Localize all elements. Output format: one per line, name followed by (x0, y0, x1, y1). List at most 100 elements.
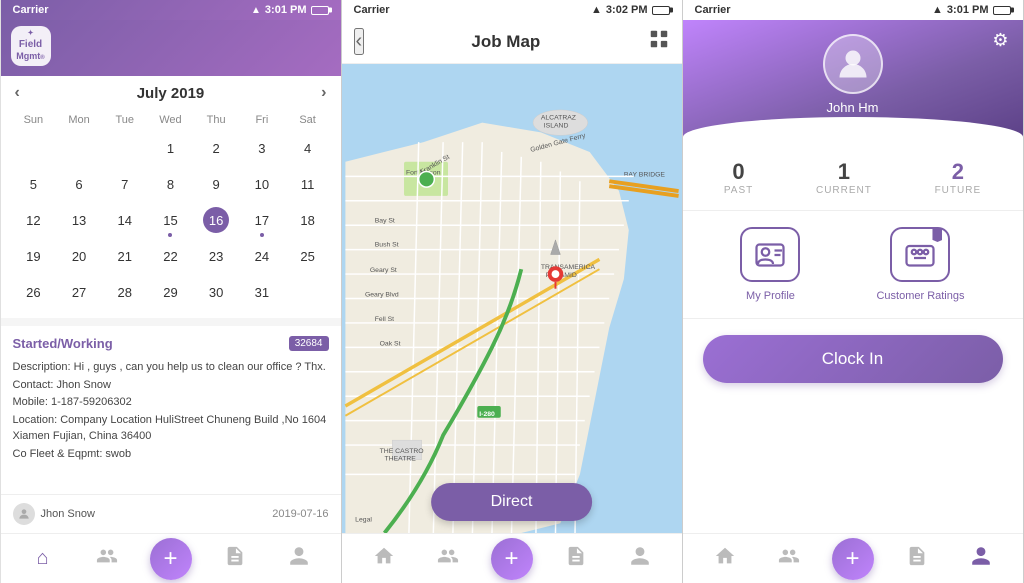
docs-icon-2 (565, 545, 587, 573)
nav-person-2[interactable] (608, 545, 672, 573)
cal-day[interactable]: 8 (148, 166, 194, 202)
nav-people-2[interactable] (416, 545, 480, 573)
cal-day-header: Sun (11, 110, 57, 130)
nav-home-3[interactable] (693, 545, 757, 573)
stats-row: 0 PAST 1 CURRENT 2 FUTURE (683, 145, 1023, 211)
bottom-nav-3: + (683, 533, 1023, 583)
cal-day[interactable]: 9 (193, 166, 239, 202)
nav-person-1[interactable] (267, 545, 331, 573)
time-label-3: 3:01 PM (947, 4, 989, 16)
cal-day[interactable]: 4 (285, 130, 331, 166)
nav-home-2[interactable] (352, 545, 416, 573)
nav-docs-1[interactable] (203, 545, 267, 573)
stat-past: 0 PAST (724, 159, 753, 196)
cal-day[interactable]: 2 (193, 130, 239, 166)
calendar-title: July 2019 (137, 85, 205, 102)
cal-day[interactable]: 10 (239, 166, 285, 202)
map-area: ALCATRAZ ISLAND BAY BRIDGE Fort Mason (342, 64, 682, 533)
cal-day (11, 130, 57, 166)
people-icon-2 (437, 545, 459, 573)
add-button-1[interactable]: + (150, 538, 192, 580)
my-profile-card[interactable]: My Profile (740, 227, 800, 302)
person-icon-1 (288, 545, 310, 573)
nav-docs-2[interactable] (544, 545, 608, 573)
cal-day[interactable]: 13 (56, 202, 102, 238)
map-header: ‹ Job Map (342, 20, 682, 64)
wifi-icon-3: ▲ (932, 4, 943, 16)
cal-day[interactable]: 16 (193, 202, 239, 238)
grid-icon[interactable] (648, 28, 670, 55)
add-button-3[interactable]: + (832, 538, 874, 580)
cal-day[interactable]: 26 (11, 274, 57, 310)
nav-add-1[interactable]: + (139, 538, 203, 580)
nav-people-1[interactable] (75, 545, 139, 573)
cal-day[interactable]: 27 (56, 274, 102, 310)
cal-day[interactable]: 30 (193, 274, 239, 310)
cal-day[interactable]: 31 (239, 274, 285, 310)
cal-day[interactable]: 22 (148, 238, 194, 274)
battery-icon-1 (311, 6, 329, 15)
cal-day[interactable]: 19 (11, 238, 57, 274)
cal-day[interactable]: 5 (11, 166, 57, 202)
status-bar-3: Carrier ▲ 3:01 PM (683, 0, 1023, 20)
customer-ratings-label: Customer Ratings (876, 290, 964, 302)
cal-day[interactable]: 1 (148, 130, 194, 166)
prev-month-button[interactable]: ‹ (15, 84, 20, 102)
add-button-2[interactable]: + (491, 538, 533, 580)
cal-day[interactable]: 29 (148, 274, 194, 310)
cal-day-header: Mon (56, 110, 102, 130)
cal-day[interactable]: 25 (285, 238, 331, 274)
bottom-nav-2: + (342, 533, 682, 583)
nav-person-3[interactable] (949, 545, 1013, 573)
home-icon-2 (373, 545, 395, 573)
nav-people-3[interactable] (757, 545, 821, 573)
cal-day[interactable]: 3 (239, 130, 285, 166)
cal-day[interactable]: 14 (102, 202, 148, 238)
nav-home-1[interactable]: ⌂ (11, 547, 75, 570)
stat-past-label: PAST (724, 185, 753, 196)
cal-day[interactable]: 24 (239, 238, 285, 274)
calendar-section: ‹ July 2019 › SunMonTueWedThuFriSat 1234… (1, 76, 341, 318)
direct-button-container: Direct (431, 483, 593, 521)
nav-add-2[interactable]: + (480, 538, 544, 580)
nav-add-3[interactable]: + (821, 538, 885, 580)
cal-day[interactable]: 18 (285, 202, 331, 238)
cal-day-header: Thu (193, 110, 239, 130)
customer-ratings-card[interactable]: Customer Ratings (876, 227, 964, 302)
cal-day[interactable]: 6 (56, 166, 102, 202)
cal-day[interactable]: 15 (148, 202, 194, 238)
nav-docs-3[interactable] (885, 545, 949, 573)
cal-day[interactable]: 23 (193, 238, 239, 274)
home-icon-1: ⌂ (36, 547, 48, 570)
svg-text:Bush St: Bush St (374, 242, 398, 249)
cal-day[interactable]: 11 (285, 166, 331, 202)
calendar-nav: ‹ July 2019 › (11, 76, 331, 110)
status-bar-1: Carrier ▲ 3:01 PM (1, 0, 341, 20)
job-footer: Jhon Snow 2019-07-16 (1, 494, 341, 533)
next-month-button[interactable]: › (321, 84, 326, 102)
cal-day[interactable]: 12 (11, 202, 57, 238)
svg-text:Oak St: Oak St (379, 340, 400, 347)
stat-current-value: 1 (816, 159, 872, 185)
job-status-row: Started/Working 32684 (13, 336, 329, 351)
cal-day[interactable]: 17 (239, 202, 285, 238)
back-button[interactable]: ‹ (354, 28, 365, 55)
people-icon-1 (96, 545, 118, 573)
cal-day[interactable]: 7 (102, 166, 148, 202)
customer-ratings-icon-box (890, 227, 950, 282)
clock-in-button[interactable]: Clock In (703, 335, 1003, 383)
svg-text:ISLAND: ISLAND (543, 123, 568, 130)
settings-icon[interactable]: ⚙ (992, 30, 1008, 51)
cal-day[interactable]: 21 (102, 238, 148, 274)
cal-day[interactable]: 28 (102, 274, 148, 310)
screen-map: Carrier ▲ 3:02 PM ‹ Job Map ALCATRAZ ISL… (342, 0, 683, 583)
wave-bg (683, 117, 1023, 147)
carrier-label-1: Carrier (13, 4, 49, 16)
direct-button[interactable]: Direct (431, 483, 593, 521)
svg-text:I-280: I-280 (479, 411, 495, 418)
cal-day[interactable]: 20 (56, 238, 102, 274)
map-svg: ALCATRAZ ISLAND BAY BRIDGE Fort Mason (342, 64, 682, 533)
person-icon-2 (629, 545, 651, 573)
job-description: Description: Hi , guys , can you help us… (13, 359, 329, 462)
home-icon-3 (714, 545, 736, 573)
